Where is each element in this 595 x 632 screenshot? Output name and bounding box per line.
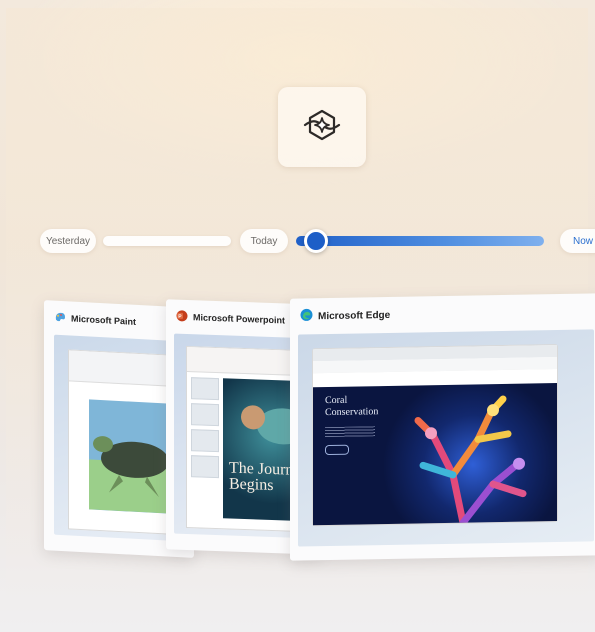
coral-hero: Coral Conservation (313, 383, 557, 526)
paint-app-title: Microsoft Paint (71, 313, 137, 327)
recall-logo-icon (302, 106, 342, 149)
yesterday-label: Yesterday (45, 235, 91, 247)
timeline-track-yesterday[interactable] (103, 236, 231, 246)
edge-icon (300, 308, 313, 324)
edge-app-title: Microsoft Edge (318, 309, 391, 322)
page-heading: Coral Conservation (325, 394, 379, 419)
powerpoint-app-title: Microsoft Powerpoint (193, 312, 285, 326)
timeline-yesterday-button[interactable]: Yesterday (40, 229, 96, 253)
powerpoint-icon: P (176, 310, 188, 324)
timeline-today-button[interactable]: Today (240, 229, 288, 253)
today-label: Today (250, 235, 278, 247)
slide-thumbnails (191, 377, 219, 518)
edge-thumbnail: Coral Conservation (298, 329, 594, 547)
paint-icon (54, 311, 66, 326)
recall-logo-tile (278, 87, 366, 167)
timeline-slider-track[interactable] (296, 236, 544, 246)
hero-body-text (325, 426, 375, 438)
now-label: Now (572, 235, 593, 247)
snapshot-card-edge[interactable]: Microsoft Edge Coral Conservation (290, 293, 595, 561)
timeline-now-button[interactable]: Now (560, 229, 595, 253)
edge-window: Coral Conservation (312, 344, 558, 527)
timeline-slider-handle[interactable] (303, 229, 328, 253)
hero-button (325, 444, 349, 456)
